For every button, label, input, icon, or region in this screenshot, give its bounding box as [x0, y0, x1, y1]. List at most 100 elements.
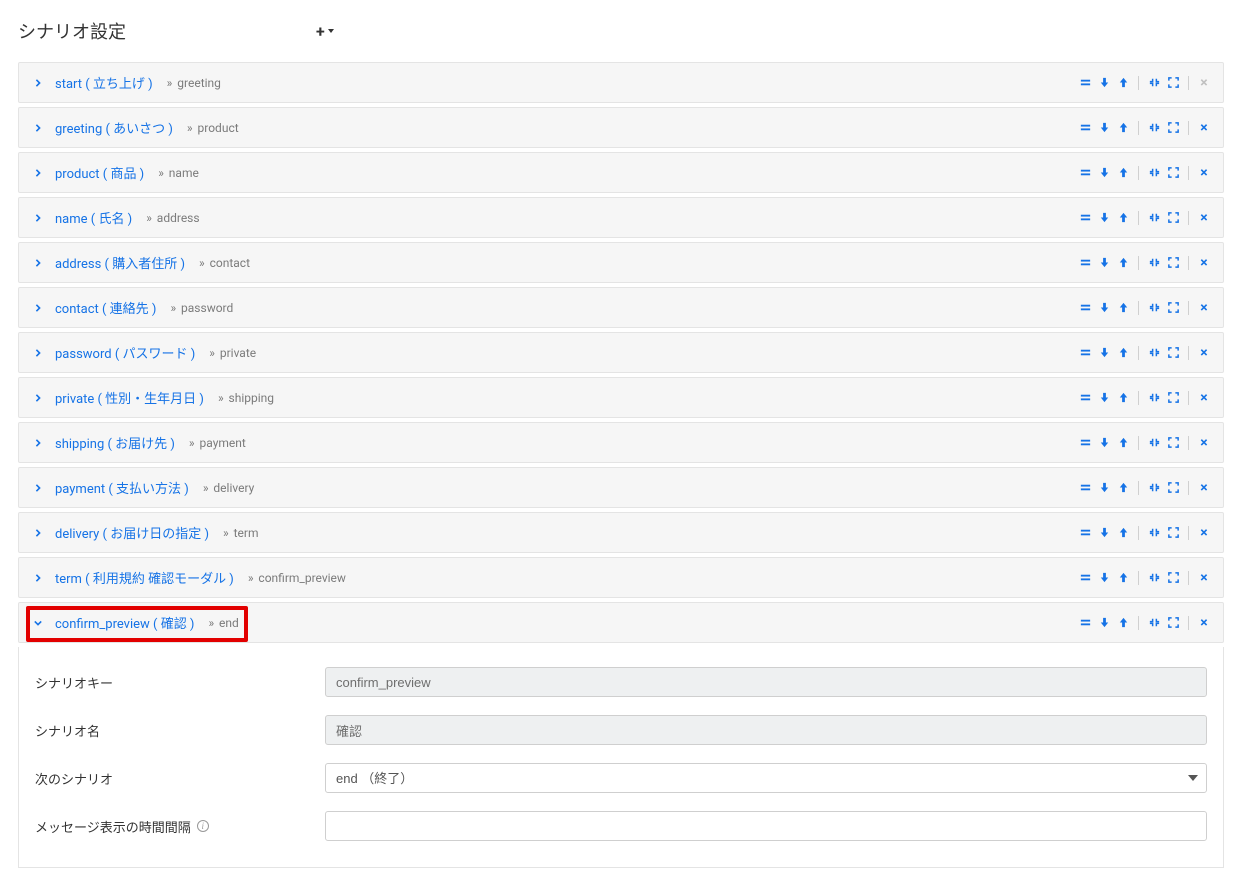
drag-handle-icon[interactable] [1078, 616, 1092, 630]
collapse-icon[interactable] [1147, 121, 1161, 135]
expand-icon[interactable] [1166, 301, 1180, 315]
drag-handle-icon[interactable] [1078, 166, 1092, 180]
scenario-label[interactable]: private ( 性別・生年月日 ) [55, 388, 204, 407]
collapse-icon[interactable] [1147, 256, 1161, 270]
chevron-right-icon[interactable] [31, 301, 45, 315]
select-next-scenario[interactable]: end （終了） [325, 763, 1207, 793]
move-up-icon[interactable] [1116, 481, 1130, 495]
move-down-icon[interactable] [1097, 346, 1111, 360]
move-down-icon[interactable] [1097, 481, 1111, 495]
expand-icon[interactable] [1166, 76, 1180, 90]
drag-handle-icon[interactable] [1078, 211, 1092, 225]
drag-handle-icon[interactable] [1078, 121, 1092, 135]
close-icon[interactable]: × [1197, 211, 1211, 225]
collapse-icon[interactable] [1147, 166, 1161, 180]
drag-handle-icon[interactable] [1078, 391, 1092, 405]
collapse-icon[interactable] [1147, 76, 1161, 90]
move-up-icon[interactable] [1116, 256, 1130, 270]
scenario-label[interactable]: product ( 商品 ) [55, 163, 144, 182]
scenario-label[interactable]: payment ( 支払い方法 ) [55, 478, 189, 497]
add-scenario-button[interactable]: + [316, 22, 334, 41]
move-up-icon[interactable] [1116, 301, 1130, 315]
close-icon[interactable]: × [1197, 436, 1211, 450]
drag-handle-icon[interactable] [1078, 301, 1092, 315]
collapse-icon[interactable] [1147, 301, 1161, 315]
expand-icon[interactable] [1166, 571, 1180, 585]
drag-handle-icon[interactable] [1078, 481, 1092, 495]
move-down-icon[interactable] [1097, 526, 1111, 540]
collapse-icon[interactable] [1147, 481, 1161, 495]
drag-handle-icon[interactable] [1078, 526, 1092, 540]
move-down-icon[interactable] [1097, 121, 1111, 135]
collapse-icon[interactable] [1147, 526, 1161, 540]
expand-icon[interactable] [1166, 616, 1180, 630]
expand-icon[interactable] [1166, 481, 1180, 495]
move-down-icon[interactable] [1097, 571, 1111, 585]
expand-icon[interactable] [1166, 436, 1180, 450]
chevron-right-icon[interactable] [31, 346, 45, 360]
move-down-icon[interactable] [1097, 616, 1111, 630]
expand-icon[interactable] [1166, 211, 1180, 225]
move-down-icon[interactable] [1097, 166, 1111, 180]
close-icon[interactable]: × [1197, 256, 1211, 270]
expand-icon[interactable] [1166, 391, 1180, 405]
close-icon[interactable]: × [1197, 391, 1211, 405]
move-down-icon[interactable] [1097, 211, 1111, 225]
move-up-icon[interactable] [1116, 166, 1130, 180]
input-message-interval[interactable] [325, 811, 1207, 841]
scenario-label[interactable]: name ( 氏名 ) [55, 208, 132, 227]
move-up-icon[interactable] [1116, 391, 1130, 405]
move-up-icon[interactable] [1116, 436, 1130, 450]
collapse-icon[interactable] [1147, 391, 1161, 405]
collapse-icon[interactable] [1147, 346, 1161, 360]
scenario-label[interactable]: contact ( 連絡先 ) [55, 298, 156, 317]
close-icon[interactable]: × [1197, 346, 1211, 360]
close-icon[interactable]: × [1197, 616, 1211, 630]
close-icon[interactable]: × [1197, 121, 1211, 135]
chevron-right-icon[interactable] [31, 526, 45, 540]
move-up-icon[interactable] [1116, 346, 1130, 360]
drag-handle-icon[interactable] [1078, 436, 1092, 450]
move-down-icon[interactable] [1097, 301, 1111, 315]
drag-handle-icon[interactable] [1078, 571, 1092, 585]
chevron-right-icon[interactable] [31, 391, 45, 405]
help-icon[interactable]: i [197, 820, 209, 832]
expand-icon[interactable] [1166, 121, 1180, 135]
close-icon[interactable]: × [1197, 166, 1211, 180]
close-icon[interactable]: × [1197, 301, 1211, 315]
expand-icon[interactable] [1166, 346, 1180, 360]
expand-icon[interactable] [1166, 526, 1180, 540]
move-up-icon[interactable] [1116, 571, 1130, 585]
scenario-label[interactable]: password ( パスワード ) [55, 343, 195, 362]
chevron-right-icon[interactable] [31, 121, 45, 135]
move-up-icon[interactable] [1116, 121, 1130, 135]
scenario-label[interactable]: term ( 利用規約 確認モーダル ) [55, 568, 234, 587]
move-up-icon[interactable] [1116, 211, 1130, 225]
close-icon[interactable]: × [1197, 481, 1211, 495]
move-down-icon[interactable] [1097, 436, 1111, 450]
move-up-icon[interactable] [1116, 526, 1130, 540]
scenario-label[interactable]: confirm_preview ( 確認 ) [55, 613, 194, 632]
drag-handle-icon[interactable] [1078, 346, 1092, 360]
chevron-right-icon[interactable] [31, 166, 45, 180]
move-down-icon[interactable] [1097, 391, 1111, 405]
drag-handle-icon[interactable] [1078, 76, 1092, 90]
move-down-icon[interactable] [1097, 76, 1111, 90]
expand-icon[interactable] [1166, 166, 1180, 180]
move-down-icon[interactable] [1097, 256, 1111, 270]
chevron-right-icon[interactable] [31, 211, 45, 225]
chevron-down-icon[interactable] [31, 616, 45, 630]
scenario-label[interactable]: greeting ( あいさつ ) [55, 118, 173, 137]
close-icon[interactable]: × [1197, 571, 1211, 585]
drag-handle-icon[interactable] [1078, 256, 1092, 270]
chevron-right-icon[interactable] [31, 256, 45, 270]
chevron-right-icon[interactable] [31, 571, 45, 585]
collapse-icon[interactable] [1147, 571, 1161, 585]
scenario-label[interactable]: delivery ( お届け日の指定 ) [55, 523, 209, 542]
chevron-right-icon[interactable] [31, 481, 45, 495]
collapse-icon[interactable] [1147, 211, 1161, 225]
chevron-right-icon[interactable] [31, 436, 45, 450]
chevron-right-icon[interactable] [31, 76, 45, 90]
scenario-label[interactable]: address ( 購入者住所 ) [55, 253, 185, 272]
move-up-icon[interactable] [1116, 76, 1130, 90]
